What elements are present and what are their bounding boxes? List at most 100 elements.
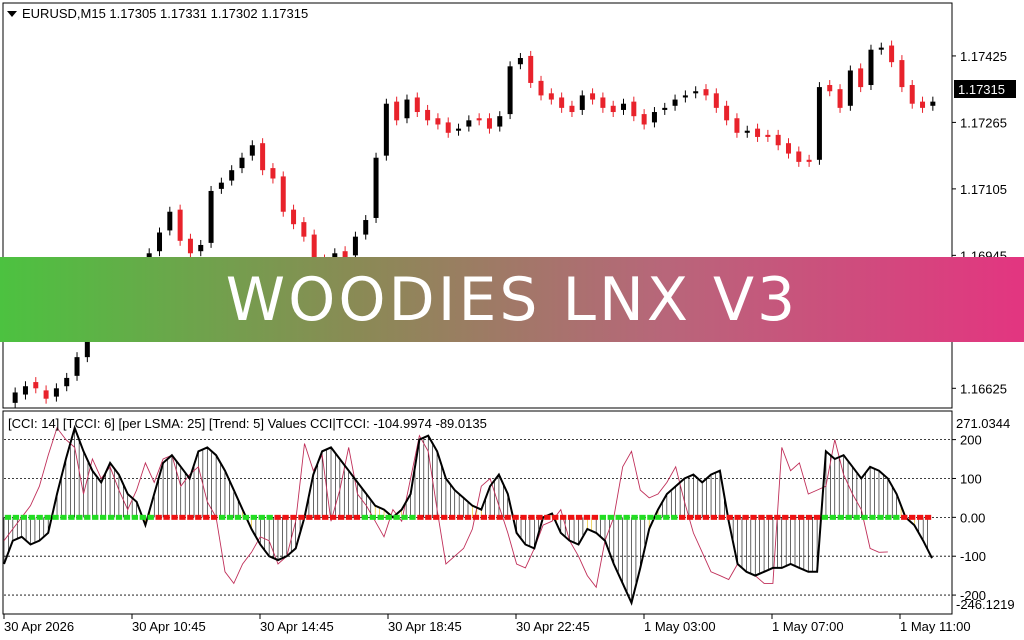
trend-block [44,514,51,520]
time-tick-label: 30 Apr 14:45 [260,619,334,634]
trend-block [139,514,146,520]
trend-block [92,514,99,520]
trend-block [393,514,400,520]
trend-block [147,514,154,520]
trend-block [893,514,900,520]
trend-block [20,514,27,520]
candle-body [909,85,915,104]
candle-body [229,170,235,181]
trend-block [591,514,599,520]
trend-block [282,514,289,520]
indicator-tick-label: -100 [960,549,986,564]
candle-body [899,60,905,88]
candle-body [847,70,853,106]
trend-block [885,514,892,520]
trend-block [567,514,575,520]
trend-block [663,514,670,520]
trend-block [694,514,702,520]
candle-body [806,159,812,162]
title-banner: WOODIES LNX V3 [0,257,1024,342]
trend-block [250,514,258,520]
trend-block [266,514,273,520]
candle-body [651,112,657,123]
candle-body [765,134,771,137]
candle-body [187,238,193,254]
time-tick-label: 30 Apr 22:45 [516,619,590,634]
candle-body [878,47,884,50]
candle-body [280,176,286,212]
candle-body [208,190,214,243]
candle-body [497,116,503,127]
time-tick-label: 30 Apr 2026 [4,619,74,634]
candle-body [538,80,544,96]
trend-block [456,514,464,520]
trend-block [702,514,710,520]
candle-body [53,388,59,397]
trend-block [488,514,495,520]
trend-block [218,514,226,520]
candle-body [868,49,874,86]
trend-block [107,514,115,520]
candle-body [425,109,431,121]
candle-body [672,99,678,106]
trend-block [195,514,202,520]
trend-block [782,514,789,520]
trend-block [869,514,876,520]
trend-block [480,514,488,520]
trend-block [179,514,186,520]
trend-block [448,514,456,520]
candle-body [301,222,307,237]
candle-body [394,101,400,121]
candle-body [517,58,523,65]
time-tick-label: 30 Apr 18:45 [388,619,462,634]
trend-block [76,514,83,520]
trend-block [655,514,662,520]
price-tick-label: 1.17105 [960,182,1007,197]
trend-block [813,514,821,520]
trend-block [631,514,638,520]
candle-body [239,157,245,169]
time-tick-label: 1 May 03:00 [644,619,716,634]
trend-block [686,514,694,520]
time-tick-label: 1 May 11:00 [900,619,971,634]
trend-block [536,514,543,520]
trend-block [639,514,646,520]
candle-body [486,118,492,129]
trend-block [36,514,43,520]
trend-block [758,514,765,520]
candle-body [373,157,379,218]
candle-body [755,128,761,137]
candle-body [610,105,616,113]
indicator-tick-label: 200 [960,433,982,448]
trend-block [853,514,860,520]
trend-block [369,514,376,520]
trend-block [171,514,178,520]
trend-block [211,514,218,520]
trend-block [909,514,916,520]
trend-block [425,514,432,520]
trend-block [337,514,345,520]
indicator-tick-label: 0.00 [960,510,985,525]
trend-block [678,514,686,520]
candle-body [445,122,451,133]
candle-body [569,105,575,113]
trend-block [322,514,329,520]
trend-block [68,514,75,520]
candle-body [889,45,895,63]
candle-body [363,220,369,235]
trend-block [306,514,313,520]
candle-body [383,103,389,156]
trend-block [131,514,139,520]
trend-block [274,514,281,520]
candle-body [456,128,462,131]
candle-body [270,168,276,179]
trend-block [734,514,741,520]
candle-body [724,105,730,121]
trend-block [417,514,424,520]
trend-block [401,514,408,520]
time-tick-label: 1 May 07:00 [772,619,844,634]
price-tick-label: 1.17425 [960,49,1007,64]
candle-body [507,66,513,115]
trend-block [544,514,551,520]
trend-block [290,514,297,520]
